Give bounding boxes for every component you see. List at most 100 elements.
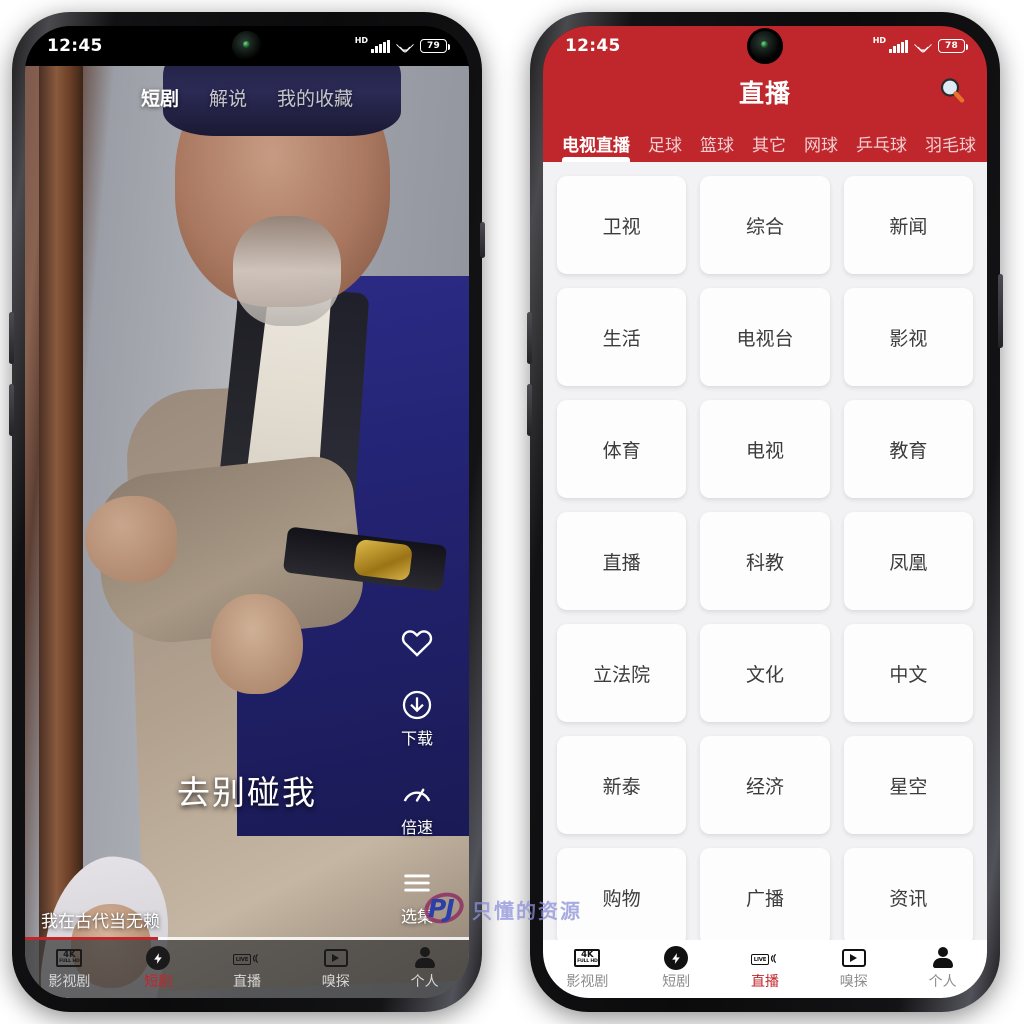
wifi-icon-2 [913,34,933,54]
phone-left: 12:45 HD 79 短剧 解说 我的收藏 下载 倍速 选集 去别碰我 我在古… [9,12,485,1012]
channel-category-label: 科教 [745,551,784,574]
page-title: 直播 [738,79,791,108]
channel-category-cell[interactable]: 卫视 [557,176,687,274]
channel-category-label: 文化 [745,663,784,686]
watermark-logo-text: PJ [428,894,455,923]
live-tab-0[interactable]: 电视直播 [553,131,639,162]
channel-category-label: 电视 [745,439,784,462]
channel-category-cell[interactable]: 经济 [700,736,830,834]
volume-down-button-2[interactable] [527,384,532,436]
live-tab-1[interactable]: 足球 [639,131,691,162]
channel-category-cell[interactable]: 立法院 [557,624,687,722]
player-tab-duanju[interactable]: 短剧 [141,84,179,111]
right-status-time: 12:45 [565,36,621,56]
channel-category-cell[interactable]: 影视 [843,288,973,386]
channel-category-cell[interactable]: 综合 [700,176,830,274]
download-button[interactable]: 下载 [400,688,434,749]
download-icon [402,690,432,720]
power-button[interactable] [480,222,485,258]
channel-category-label: 广播 [745,887,784,910]
channel-category-cell[interactable]: 中文 [843,624,973,722]
channel-category-label: 新泰 [602,775,641,798]
watermark-text: 只懂的资源 [472,898,582,923]
4k-icon: 4K FULL HD [56,947,83,969]
channel-category-cell[interactable]: 电视台 [700,288,830,386]
channel-category-cell[interactable]: 电视 [700,400,830,498]
person-icon-2 [930,947,956,969]
video-title: 我在古代当无赖 [41,912,160,932]
nav2-item-xiutan[interactable]: 嗅探 [809,947,898,991]
nav-label-duanju: 短剧 [144,974,173,990]
live-tab-6[interactable]: 羽毛球 [916,131,985,162]
nav2-item-geren[interactable]: 个人 [898,947,987,991]
channel-category-grid: 卫视 综合 新闻生活 电视台 影视体育 电视 教育直播 科教 凤凰立法院 文化 中文新泰 经济 星空购物… [543,162,987,940]
channel-category-cell[interactable]: 资讯 [843,848,973,940]
channel-category-cell[interactable]: 体育 [557,400,687,498]
channel-category-cell[interactable]: 新泰 [557,736,687,834]
nav2-label-duanju: 短剧 [662,974,691,990]
left-screen: 12:45 HD 79 短剧 解说 我的收藏 下载 倍速 选集 去别碰我 我在古… [25,26,469,998]
channel-category-cell[interactable]: 广播 [700,848,830,940]
channel-category-label: 直播 [602,551,641,574]
channel-category-label: 卫视 [602,215,641,238]
channel-category-cell[interactable]: 凤凰 [843,512,973,610]
channel-category-label: 生活 [602,327,641,350]
signal-icon [371,39,390,53]
channel-category-label: 体育 [602,439,641,462]
nav2-label-yingshiju: 影视剧 [566,974,609,990]
channel-category-label: 综合 [745,215,784,238]
search-button[interactable] [935,74,969,108]
left-bottom-nav: 4K FULL HD 影视剧 短剧 LIVE 直播 嗅探 个人 [25,940,469,998]
volume-up-button-2[interactable] [527,312,532,364]
front-camera-icon-2 [747,28,783,64]
channel-category-label: 经济 [745,775,784,798]
channel-category-cell[interactable]: 文化 [700,624,830,722]
battery-level: 79 [426,41,441,51]
live-tab-4[interactable]: 网球 [795,131,847,162]
video-player[interactable]: 短剧 解说 我的收藏 下载 倍速 选集 去别碰我 我在古代当无赖 [25,66,469,998]
live-content[interactable]: 卫视 综合 新闻生活 电视台 影视体育 电视 教育直播 科教 凤凰立法院 文化 中文新泰 经济 星空购物… [543,162,987,940]
nav-item-duanju[interactable]: 短剧 [114,946,203,991]
channel-category-cell[interactable]: 直播 [557,512,687,610]
right-status-icons: HD 78 [873,34,969,54]
nav-item-geren[interactable]: 个人 [380,947,469,991]
channel-category-cell[interactable]: 生活 [557,288,687,386]
live-icon: LIVE [232,947,260,969]
channel-category-cell[interactable]: 新闻 [843,176,973,274]
channel-category-cell[interactable]: 星空 [843,736,973,834]
channel-category-label: 购物 [602,887,641,910]
nav-item-yingshiju[interactable]: 4K FULL HD 影视剧 [25,947,114,991]
power-button-2[interactable] [998,274,1003,348]
phone-right: 12:45 HD 78 直播 电视直播足球篮球其它网球乒乓球羽毛球 [527,12,1003,1012]
nav-item-zhibo[interactable]: LIVE 直播 [203,947,292,991]
screenshot-canvas: 12:45 HD 79 短剧 解说 我的收藏 下载 倍速 选集 去别碰我 我在古… [0,0,1024,1024]
right-screen: 12:45 HD 78 直播 电视直播足球篮球其它网球乒乓球羽毛球 [543,26,987,998]
hd-icon: HD [354,35,369,45]
nav-label-zhibo: 直播 [232,974,261,990]
nav-item-xiutan[interactable]: 嗅探 [291,947,380,991]
nav2-item-duanju[interactable]: 短剧 [632,946,721,991]
volume-down-button[interactable] [9,384,14,436]
live-tab-2[interactable]: 篮球 [691,131,743,162]
battery-icon-2: 78 [938,39,969,53]
watermark: PJ 只懂的资源 [420,888,582,928]
channel-category-label: 中文 [889,663,928,686]
nav2-label-zhibo: 直播 [750,974,779,990]
nav2-item-yingshiju[interactable]: 4K FULL HD 影视剧 [543,947,632,991]
player-top-tabs: 短剧 解说 我的收藏 [25,84,469,111]
like-button[interactable] [400,626,434,660]
live-tab-5[interactable]: 乒乓球 [847,131,916,162]
player-tab-jieshuo[interactable]: 解说 [209,84,247,111]
nav2-item-zhibo[interactable]: LIVE 直播 [721,947,810,991]
bolt-icon-2 [663,946,689,970]
channel-category-label: 凤凰 [889,551,928,574]
channel-category-cell[interactable]: 科教 [700,512,830,610]
channel-category-cell[interactable]: 教育 [843,400,973,498]
front-camera-icon [229,28,265,64]
live-tab-3[interactable]: 其它 [743,131,795,162]
left-status-time: 12:45 [47,36,103,56]
channel-category-label: 新闻 [889,215,928,238]
volume-up-button[interactable] [9,312,14,364]
person-icon [412,947,438,969]
player-tab-favorites[interactable]: 我的收藏 [277,84,353,111]
